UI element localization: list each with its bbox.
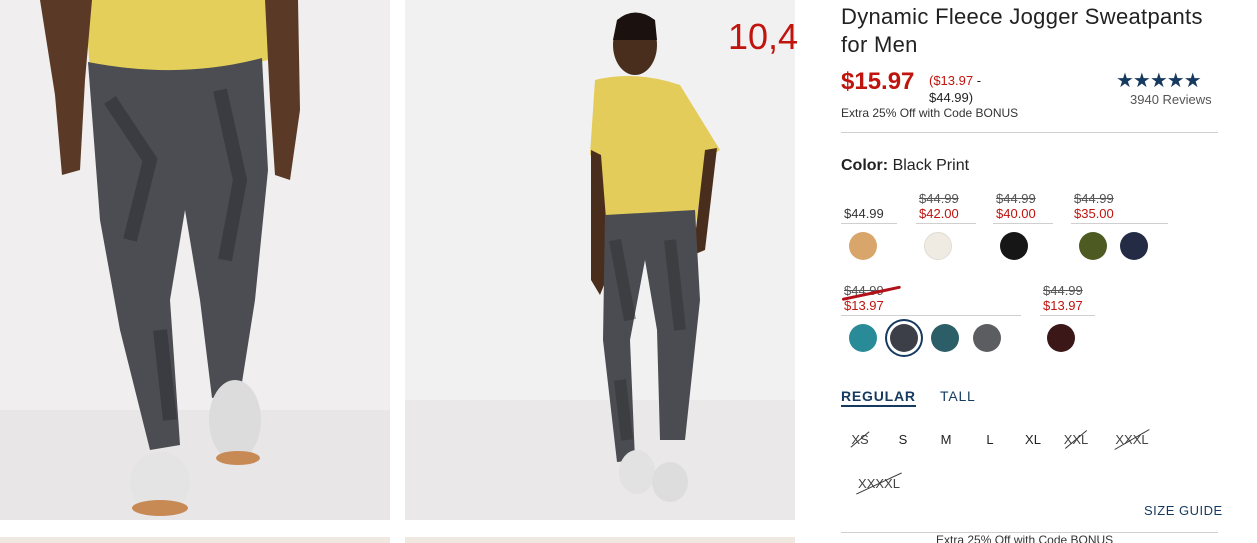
color-selected-value: Black Print bbox=[892, 157, 970, 174]
price-was: $44.99 bbox=[1043, 283, 1083, 298]
price-group-line bbox=[993, 223, 1053, 224]
color-swatch-cream[interactable] bbox=[924, 232, 952, 260]
price-sale: $40.00 bbox=[996, 206, 1036, 221]
price-range-low: ($13.97 bbox=[929, 73, 974, 88]
color-label-title: Color: bbox=[841, 157, 889, 174]
current-price: $15.97 bbox=[841, 68, 915, 95]
size-option-s[interactable]: S bbox=[894, 432, 912, 447]
price-sale: $35.00 bbox=[1074, 206, 1114, 221]
product-photo-front[interactable] bbox=[0, 0, 390, 520]
color-swatch-black-print[interactable] bbox=[890, 324, 918, 352]
color-swatch-teal-print[interactable] bbox=[931, 324, 959, 352]
price-group: $44.99 $35.00 bbox=[1074, 191, 1114, 221]
price-group: $44.99 $42.00 bbox=[919, 191, 959, 221]
product-title: Dynamic Fleece Jogger Sweatpants for Men bbox=[841, 4, 1203, 57]
price-sale: $13.97 bbox=[844, 298, 884, 313]
color-swatch-maroon[interactable] bbox=[1047, 324, 1075, 352]
color-swatch-tan[interactable] bbox=[849, 232, 877, 260]
size-option-l[interactable]: L bbox=[981, 432, 999, 447]
price-group-line bbox=[1071, 223, 1168, 224]
tab-tall[interactable]: TALL bbox=[940, 388, 976, 404]
price-range-dash: - bbox=[973, 73, 982, 88]
product-photo-back[interactable] bbox=[405, 0, 795, 520]
size-option-m[interactable]: M bbox=[936, 432, 956, 447]
tab-regular[interactable]: REGULAR bbox=[841, 388, 916, 407]
color-swatch-teal[interactable] bbox=[849, 324, 877, 352]
price-range-high: $44.99) bbox=[929, 90, 974, 105]
divider bbox=[841, 132, 1218, 133]
price-group: $44.99 $13.97 bbox=[1043, 283, 1083, 313]
price-was: $44.99 bbox=[1074, 191, 1114, 206]
overlay-label: 10,4 bbox=[728, 16, 799, 57]
price-sale: $42.00 bbox=[919, 206, 959, 221]
color-swatch-navy[interactable] bbox=[1120, 232, 1148, 260]
size-option-xl[interactable]: XL bbox=[1021, 432, 1045, 447]
price-group-line bbox=[841, 223, 897, 224]
bottom-promo-text: Extra 25% Off with Code BONUS bbox=[936, 533, 1114, 543]
price-sale: $13.97 bbox=[1043, 298, 1083, 313]
price-regular: $44.99 bbox=[844, 206, 884, 221]
rating-stars-icon[interactable]: ★★★★★ bbox=[1116, 68, 1202, 93]
price-group: $44.99 bbox=[844, 206, 884, 221]
price-group-line bbox=[841, 315, 1021, 316]
price-was: $44.99 bbox=[996, 191, 1036, 206]
promo-text: Extra 25% Off with Code BONUS bbox=[841, 106, 1019, 120]
price-range: ($13.97 - $44.99) bbox=[929, 72, 1009, 106]
size-guide-link[interactable]: SIZE GUIDE bbox=[1144, 503, 1223, 518]
color-swatch-black[interactable] bbox=[1000, 232, 1028, 260]
price-was: $44.99 bbox=[919, 191, 959, 206]
color-swatch-olive-camo[interactable] bbox=[1079, 232, 1107, 260]
price-group-line bbox=[916, 223, 976, 224]
reviews-link[interactable]: 3940 Reviews bbox=[1130, 92, 1212, 107]
product-photo-strip bbox=[405, 537, 795, 543]
product-photo-strip bbox=[0, 537, 390, 543]
price-group: $44.99 $40.00 bbox=[996, 191, 1036, 221]
price-group-line bbox=[1040, 315, 1095, 316]
color-swatch-gray-print[interactable] bbox=[973, 324, 1001, 352]
color-label: Color: Black Print bbox=[841, 157, 969, 175]
